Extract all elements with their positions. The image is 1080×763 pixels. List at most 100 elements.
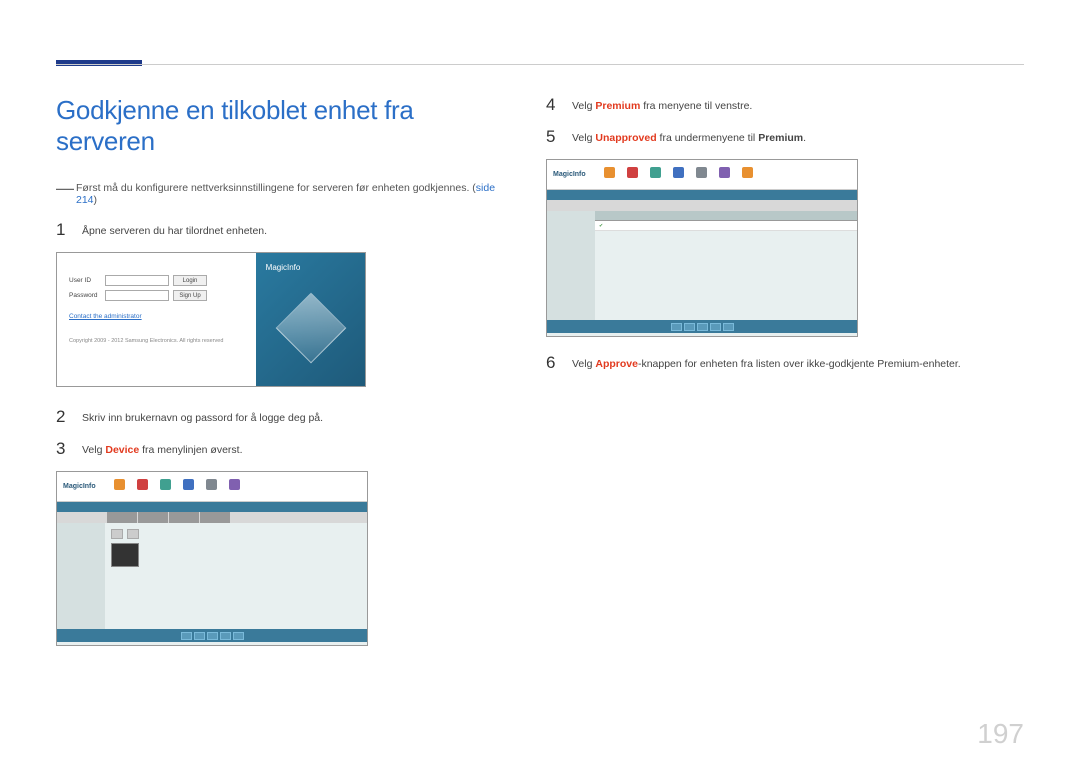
orange-icon [114,479,125,490]
step-number: 2 [56,407,82,427]
nav-icon[interactable] [719,167,731,183]
nav-icon-4[interactable] [183,479,195,495]
check-icon: ✔ [599,223,603,229]
contact-admin-link[interactable]: Contact the administrator [69,313,142,320]
tab[interactable] [138,512,168,523]
step-text: Velg Unapproved fra undermenyene til Pre… [572,127,806,146]
unapproved-screenshot: MagicInfo [546,159,858,337]
tab[interactable] [107,512,137,523]
sidebar-item[interactable] [551,224,591,232]
red-icon [627,167,638,178]
sidebar-item[interactable] [61,527,101,535]
step3-post: fra menylinjen øverst. [139,444,242,456]
login-button[interactable]: Login [173,275,207,286]
step6-pre: Velg [572,358,595,370]
pager-btn[interactable] [194,632,205,640]
pager-btn[interactable] [697,323,708,331]
step-text: Velg Device fra menylinjen øverst. [82,439,243,458]
nav-icon[interactable] [696,167,708,183]
teal-icon [650,167,661,178]
nav-icon-6[interactable] [229,479,241,495]
toolbar-btn[interactable] [127,529,139,539]
table-row[interactable]: ✔ [595,221,857,231]
main-toolbar [111,529,361,539]
app-logo: MagicInfo [63,483,96,490]
nav-icon-5[interactable] [206,479,218,495]
app-body [57,523,367,629]
sidebar-item[interactable] [61,563,101,571]
tab[interactable] [169,512,199,523]
teal-icon [160,479,171,490]
step-text: Velg Approve-knappen for enheten fra lis… [572,353,961,372]
step3-emphasis: Device [105,444,139,456]
right-column: 4 Velg Premium fra menyene til venstre. … [546,95,1024,662]
pager-btn[interactable] [671,323,682,331]
sidebar-item[interactable] [61,554,101,562]
left-column: Godkjenne en tilkoblet enhet fra servere… [56,95,496,662]
app-logo: MagicInfo [553,171,586,178]
sidebar-item[interactable] [61,545,101,553]
pager-btn[interactable] [233,632,244,640]
step4-emphasis: Premium [595,100,640,112]
app-tabs [57,512,367,523]
nav-icon-2[interactable] [137,479,149,495]
nav-icon[interactable] [604,167,616,183]
step-6: 6 Velg Approve-knappen for enheten fra l… [546,353,1024,373]
top-nav-icons [604,167,754,183]
step6-post: -knappen for enheten fra listen over ikk… [638,358,961,370]
step4-pre: Velg [572,100,595,112]
note-dash-icon: ― [56,178,74,199]
pager-btn[interactable] [710,323,721,331]
userid-label: User ID [69,277,101,284]
nav-icon[interactable] [650,167,662,183]
step-5: 5 Velg Unapproved fra undermenyene til P… [546,127,1024,147]
sidebar-item[interactable] [551,242,591,250]
step-4: 4 Velg Premium fra menyene til venstre. [546,95,1024,115]
toolbar-btn[interactable] [111,529,123,539]
signup-button[interactable]: Sign Up [173,290,207,301]
step6-emphasis: Approve [595,358,638,370]
step5-mid: fra undermenyene til [657,132,759,144]
step-number: 3 [56,439,82,459]
nav-icon-3[interactable] [160,479,172,495]
sidebar-item[interactable] [61,536,101,544]
step-text: Velg Premium fra menyene til venstre. [572,95,752,114]
nav-icon[interactable] [673,167,685,183]
pager-btn[interactable] [220,632,231,640]
header-rule [56,64,1024,65]
password-input[interactable] [105,290,169,301]
cube-graphic-icon [275,293,346,364]
app-main [105,523,367,629]
password-label: Password [69,292,101,299]
pager-btn[interactable] [207,632,218,640]
pager-btn[interactable] [723,323,734,331]
step5-emphasis2: Premium [758,132,803,144]
blue-icon [183,479,194,490]
pager-btn[interactable] [181,632,192,640]
step-text: Åpne serveren du har tilordnet enheten. [82,220,267,239]
app-nav-strip [547,190,857,200]
login-screenshot: User ID Login Password Sign Up Contact t… [56,252,366,387]
gray-icon [696,167,707,178]
sidebar-item[interactable] [551,233,591,241]
red-icon [137,479,148,490]
tab[interactable] [200,512,230,523]
page-title: Godkjenne en tilkoblet enhet fra servere… [56,95,496,157]
step5-emphasis: Unapproved [595,132,656,144]
sidebar-item[interactable] [551,215,591,223]
app-nav-strip [57,502,367,512]
step5-end: . [803,132,806,144]
top-nav-icons [114,479,241,495]
nav-icon[interactable] [742,167,754,183]
nav-icon-1[interactable] [114,479,126,495]
app-sidebar [57,523,105,629]
userid-input[interactable] [105,275,169,286]
content-area: Godkjenne en tilkoblet enhet fra servere… [56,95,1024,662]
pager-btn[interactable] [684,323,695,331]
device-thumbnail[interactable] [111,543,139,567]
step-text: Skriv inn brukernavn og passord for å lo… [82,407,323,426]
nav-icon[interactable] [627,167,639,183]
app-bottombar [57,629,367,642]
app-subnav [547,200,857,211]
step-3: 3 Velg Device fra menylinjen øverst. [56,439,496,459]
